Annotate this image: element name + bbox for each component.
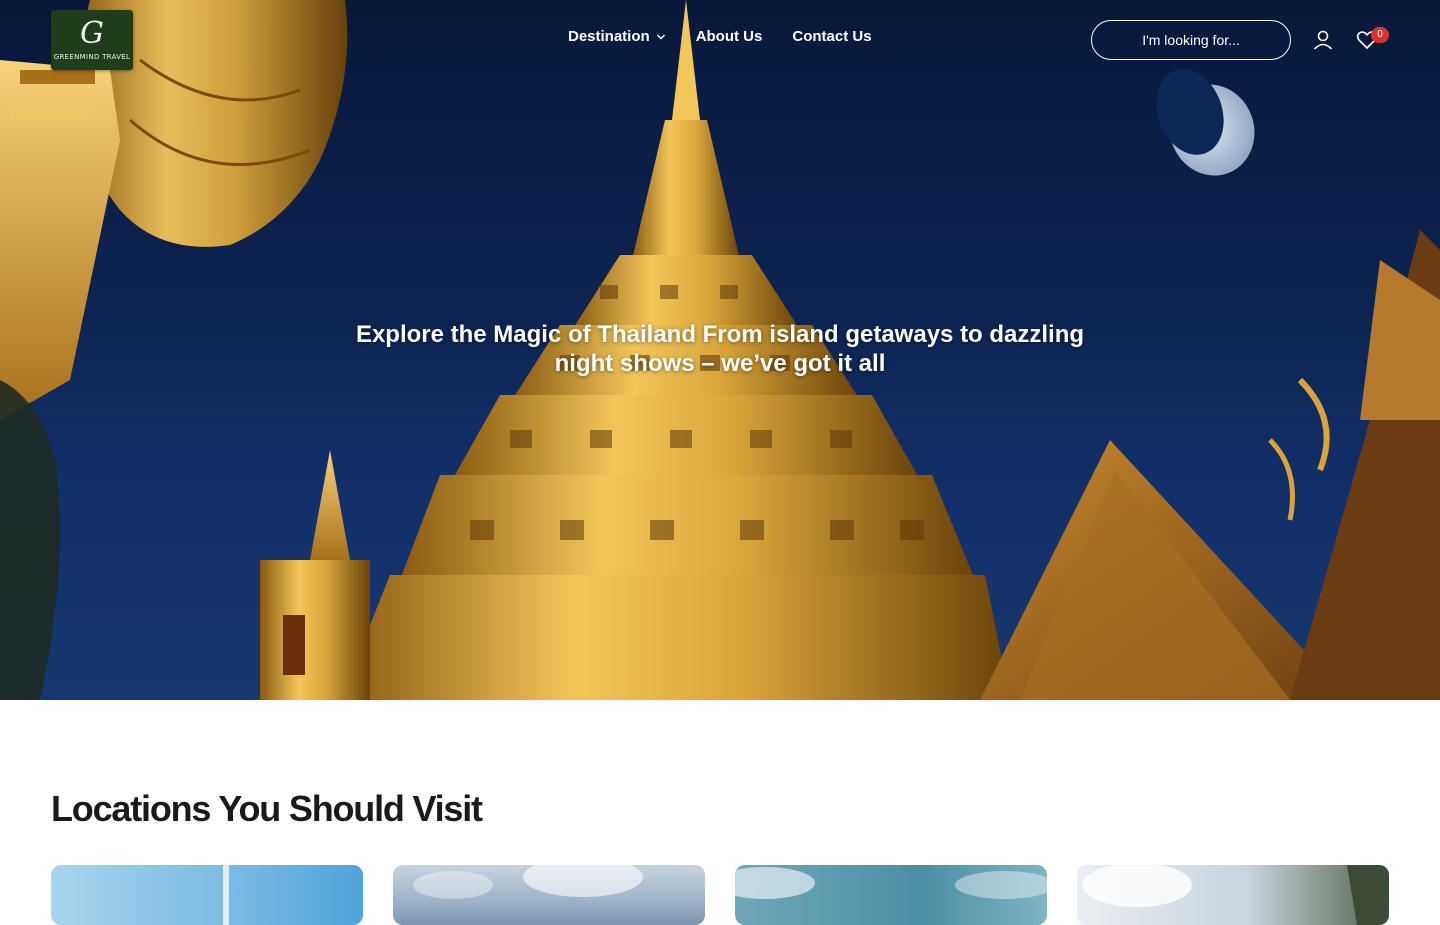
location-card[interactable]: [51, 865, 363, 925]
nav-about-us-label: About Us: [695, 28, 763, 45]
nav-destination[interactable]: Destination: [568, 28, 666, 45]
nav-contact-us-label: Contact Us: [792, 28, 872, 45]
logo-text: GREENMIND TRAVEL: [53, 53, 131, 61]
hero-headline: Explore the Magic of Thailand From islan…: [355, 321, 1085, 377]
foliage: [0, 380, 60, 700]
search-input[interactable]: [1091, 20, 1291, 60]
temple-roofs: [980, 230, 1440, 700]
location-card[interactable]: [1077, 865, 1389, 925]
small-spire: [260, 450, 370, 700]
location-card[interactable]: [393, 865, 705, 925]
location-image: [223, 865, 229, 925]
wishlist-count-badge: 0: [1371, 27, 1389, 43]
brand-logo[interactable]: G GREENMIND TRAVEL: [51, 10, 133, 70]
locations-title: Locations You Should Visit: [51, 788, 483, 829]
nav-destination-label: Destination: [568, 28, 650, 45]
logo-mark: G: [80, 16, 104, 51]
nav-about-us[interactable]: About Us: [696, 28, 763, 45]
chevron-down-icon: [656, 34, 665, 39]
location-image: [735, 867, 1047, 899]
location-image: [413, 865, 643, 899]
location-image: [1082, 865, 1389, 925]
nav-contact-us[interactable]: Contact Us: [792, 28, 871, 45]
location-card[interactable]: [735, 865, 1047, 925]
site-header: G GREENMIND TRAVEL Destination About Us …: [0, 0, 1440, 80]
main-nav: Destination About Us Contact Us: [568, 28, 872, 45]
user-icon[interactable]: [1311, 28, 1335, 52]
